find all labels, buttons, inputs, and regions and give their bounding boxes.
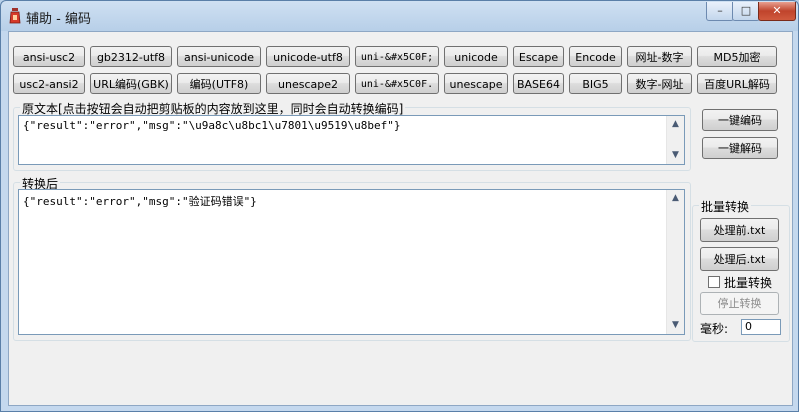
btn-url-encode-gbk[interactable]: URL编码(GBK) [90,73,172,94]
app-window: 辅助 - 编码 – □ ✕ ansi-usc2 gb2312-utf8 ansi… [0,0,799,412]
title-bar[interactable]: 辅助 - 编码 – □ ✕ [1,1,798,31]
btn-uni-entity-2[interactable]: uni-&#x5C0F. [355,73,439,94]
btn-url-to-number[interactable]: 网址-数字 [627,46,692,67]
result-text: {"result":"error","msg":"验证码错误"} [23,195,257,208]
app-icon [9,8,21,24]
btn-number-to-url[interactable]: 数字-网址 [627,73,692,94]
client-area: ansi-usc2 gb2312-utf8 ansi-unicode unico… [8,31,793,406]
scroll-up-icon[interactable]: ▲ [667,116,684,133]
scroll-up-icon[interactable]: ▲ [667,190,684,207]
batch-checkbox-label: 批量转换 [724,276,773,290]
btn-md5[interactable]: MD5加密 [697,46,777,67]
btn-base64[interactable]: BASE64 [513,73,564,94]
source-group: 原文本[点击按钮会自动把剪贴板的内容放到这里，同时会自动转换编码] {"resu… [13,100,691,171]
btn-usc2-ansi2[interactable]: usc2-ansi2 [13,73,85,94]
btn-escape[interactable]: Escape [513,46,564,67]
stop-button[interactable]: 停止转换 [700,292,779,315]
btn-encode-utf8[interactable]: 编码(UTF8) [177,73,261,94]
result-group: 转换后 {"result":"error","msg":"验证码错误"} ▲ ▼ [13,175,691,341]
btn-encode[interactable]: Encode [569,46,622,67]
ms-input[interactable]: 0 [741,319,781,335]
ms-label: 毫秒: [700,322,729,336]
batch-group-label: 批量转换 [699,198,752,215]
scroll-down-icon[interactable]: ▼ [667,317,684,334]
close-button[interactable]: ✕ [758,2,796,21]
btn-unescape[interactable]: unescape [444,73,508,94]
batch-group: 批量转换 处理前.txt 处理后.txt 批量转换 停止转换 毫秒: 0 [692,198,790,342]
btn-unicode-utf8[interactable]: unicode-utf8 [266,46,350,67]
source-textarea[interactable]: {"result":"error","msg":"\u9a8c\u8bc1\u7… [18,115,685,165]
btn-unescape2[interactable]: unescape2 [266,73,350,94]
btn-big5[interactable]: BIG5 [569,73,622,94]
window-title: 辅助 - 编码 [26,12,91,27]
encode-all-button[interactable]: 一键编码 [702,109,778,131]
scroll-down-icon[interactable]: ▼ [667,147,684,164]
result-scrollbar[interactable]: ▲ ▼ [666,190,684,334]
before-file-button[interactable]: 处理前.txt [700,218,779,242]
btn-uni-entity[interactable]: uni-&#x5C0F; [355,46,439,67]
btn-ansi-usc2[interactable]: ansi-usc2 [13,46,85,67]
decode-all-button[interactable]: 一键解码 [702,137,778,159]
maximize-button[interactable]: □ [732,2,760,21]
btn-ansi-unicode[interactable]: ansi-unicode [177,46,261,67]
source-text: {"result":"error","msg":"\u9a8c\u8bc1\u7… [23,119,401,132]
after-file-button[interactable]: 处理后.txt [700,247,779,271]
result-textarea[interactable]: {"result":"error","msg":"验证码错误"} ▲ ▼ [18,189,685,335]
minimize-button[interactable]: – [706,2,734,21]
btn-baidu-url-decode[interactable]: 百度URL解码 [697,73,777,94]
source-scrollbar[interactable]: ▲ ▼ [666,116,684,164]
btn-unicode[interactable]: unicode [444,46,508,67]
batch-checkbox[interactable] [708,276,720,288]
btn-gb2312-utf8[interactable]: gb2312-utf8 [90,46,172,67]
